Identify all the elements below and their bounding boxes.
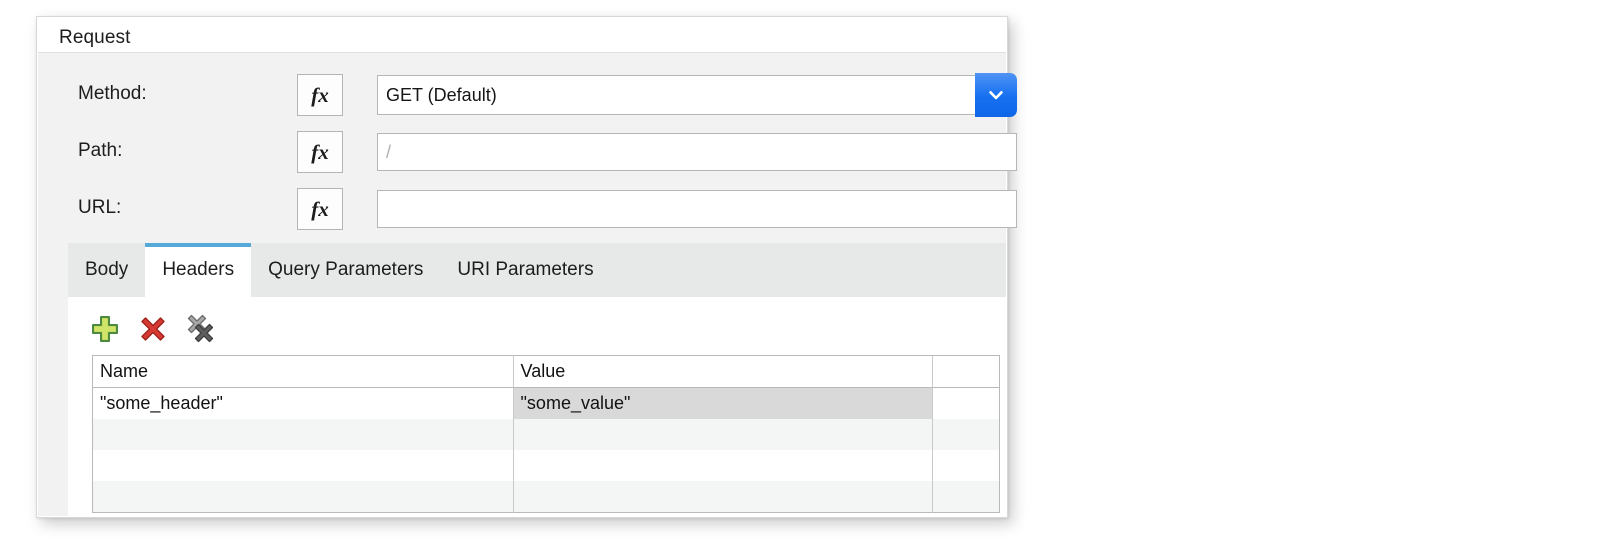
table-header-row: Name Value xyxy=(92,355,1000,388)
cell-name[interactable] xyxy=(92,481,514,513)
cell-value[interactable]: "some_value" xyxy=(513,387,934,419)
add-icon[interactable] xyxy=(90,314,120,344)
path-label: Path: xyxy=(78,140,123,161)
tab-query-parameters-label: Query Parameters xyxy=(268,259,424,280)
url-fx-button[interactable]: fx xyxy=(297,188,343,230)
cell-value[interactable] xyxy=(513,450,934,481)
path-fx-button[interactable]: fx xyxy=(297,131,343,173)
request-panel: Request Method: fx GET (Default) Path: f… xyxy=(36,16,1017,518)
delete-icon[interactable] xyxy=(138,314,168,344)
table-row[interactable] xyxy=(92,419,1000,450)
tab-uri-parameters-label: URI Parameters xyxy=(457,259,594,280)
cell-extra[interactable] xyxy=(932,450,1000,481)
chevron-down-icon[interactable] xyxy=(975,73,1017,117)
headers-table: Name Value "some_header" "some_value" xyxy=(92,355,1000,513)
method-select-value[interactable]: GET (Default) xyxy=(377,75,975,115)
tab-body-label: Body xyxy=(85,259,129,280)
method-label: Method: xyxy=(78,83,147,104)
url-input[interactable] xyxy=(377,190,1017,228)
cell-name[interactable]: "some_header" xyxy=(92,387,514,419)
path-input[interactable]: / xyxy=(377,133,1017,171)
tab-headers-label: Headers xyxy=(162,259,235,280)
column-header-name[interactable]: Name xyxy=(92,355,514,388)
cell-name[interactable] xyxy=(92,419,514,450)
table-row[interactable] xyxy=(92,481,1000,513)
cell-name[interactable] xyxy=(92,450,514,481)
cell-extra[interactable] xyxy=(932,419,1000,450)
column-header-extra[interactable] xyxy=(932,355,1000,388)
cell-value[interactable] xyxy=(513,419,934,450)
table-row[interactable] xyxy=(92,450,1000,481)
request-form-body: Method: fx GET (Default) Path: fx / URL:… xyxy=(38,52,1017,516)
column-header-value[interactable]: Value xyxy=(513,355,934,388)
page-title: Request xyxy=(59,27,131,48)
url-label: URL: xyxy=(78,197,122,218)
headers-tab-panel: Name Value "some_header" "some_value" xyxy=(68,297,1006,516)
tab-headers[interactable]: Headers xyxy=(145,243,252,297)
cell-extra[interactable] xyxy=(932,481,1000,513)
delete-all-icon[interactable] xyxy=(186,314,216,344)
request-tabs: Body Headers Query Parameters URI Parame… xyxy=(68,243,1006,297)
tab-query-parameters[interactable]: Query Parameters xyxy=(251,243,440,297)
tab-uri-parameters[interactable]: URI Parameters xyxy=(440,243,610,297)
cell-extra[interactable] xyxy=(932,387,1000,419)
tab-body[interactable]: Body xyxy=(68,243,145,297)
method-fx-button[interactable]: fx xyxy=(297,74,343,116)
headers-toolbar xyxy=(90,309,216,349)
table-row[interactable]: "some_header" "some_value" xyxy=(92,387,1000,419)
cell-value[interactable] xyxy=(513,481,934,513)
